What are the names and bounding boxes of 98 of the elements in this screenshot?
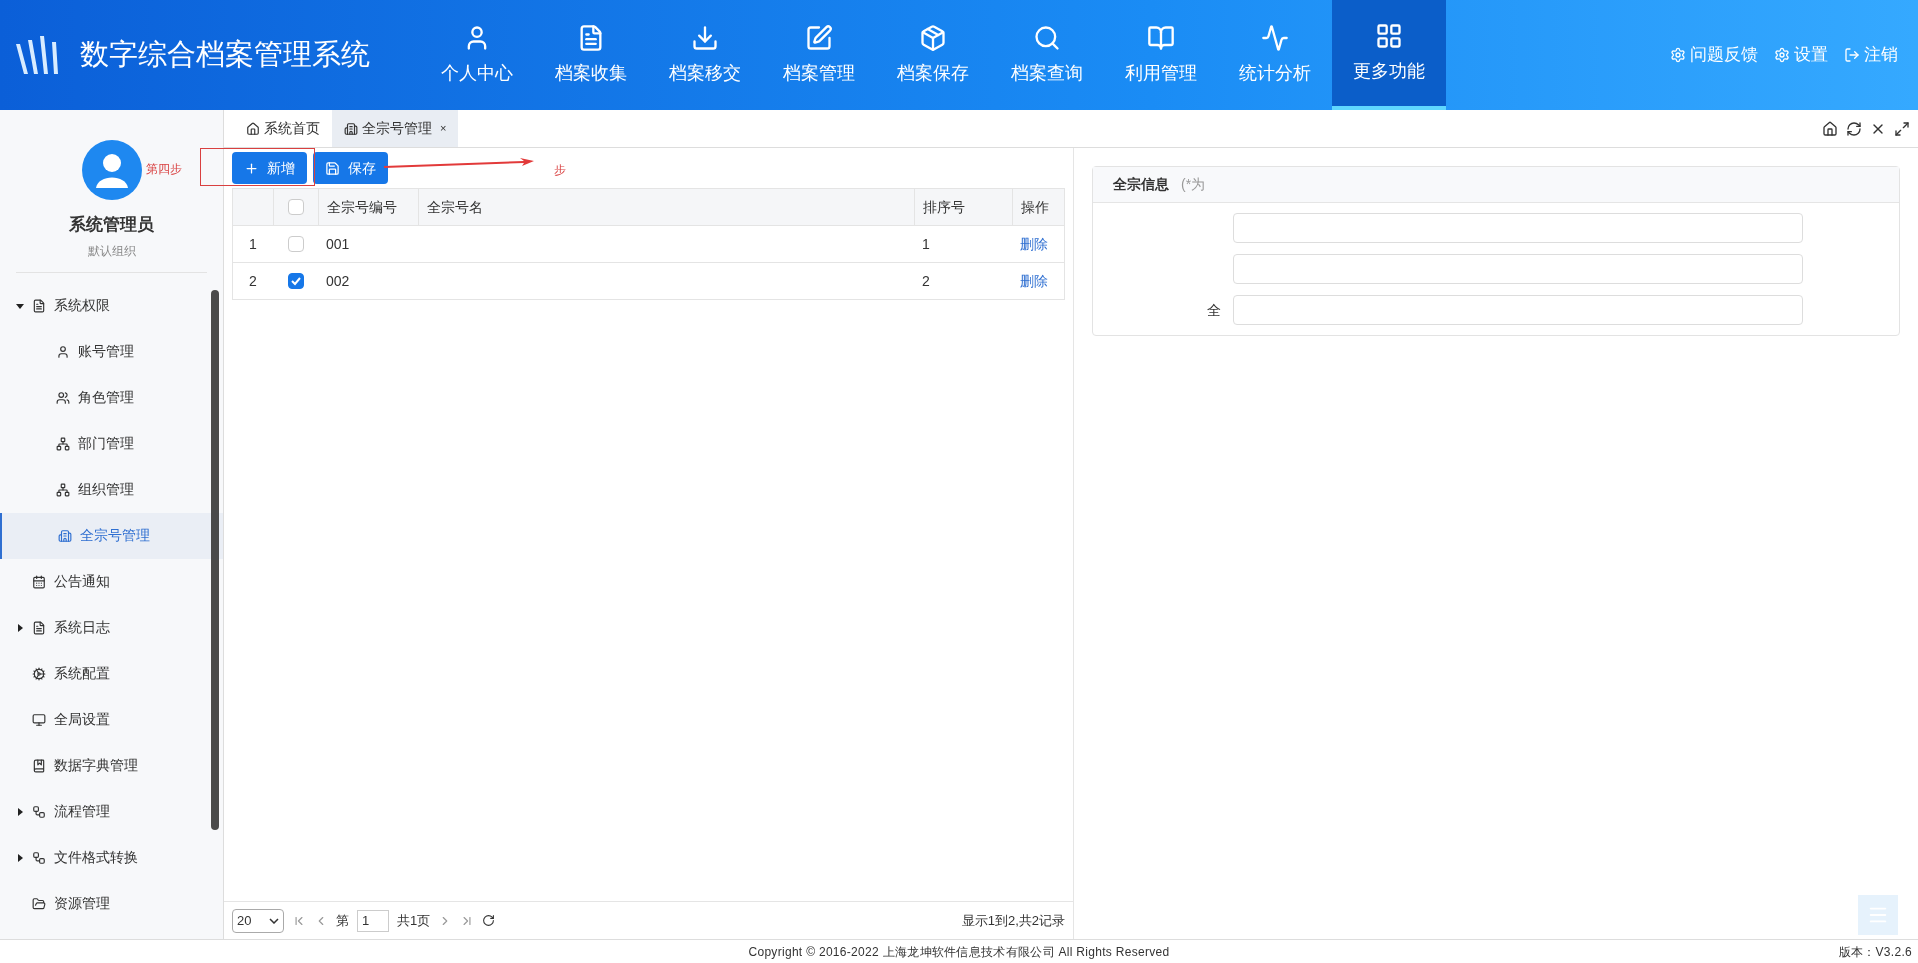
column-header: 全宗号编号 (327, 197, 397, 217)
sidebar-item[interactable]: 数据字典管理 (0, 742, 223, 789)
fullscreen-icon[interactable] (1894, 120, 1910, 137)
close-icon[interactable]: × (440, 120, 447, 137)
plus-icon (244, 160, 259, 176)
nav-tab[interactable]: 更多功能 (1332, 0, 1446, 110)
sidebar-item[interactable]: 组织管理 (0, 466, 223, 513)
caret-icon[interactable] (16, 853, 24, 862)
building-icon (58, 528, 72, 543)
sidebar-item[interactable]: 资源管理 (0, 880, 223, 927)
pencil-icon (805, 23, 833, 52)
table-cell-text: 002 (326, 271, 350, 291)
caret-icon[interactable] (16, 301, 24, 310)
home-icon[interactable] (1822, 120, 1838, 137)
sidebar-item[interactable]: 系统配置 (0, 650, 223, 697)
annotation-label: 第四步 (146, 161, 182, 178)
checkbox[interactable] (288, 199, 304, 215)
gear-icon (32, 666, 46, 681)
page-prefix: 第 (336, 911, 349, 930)
scrollbar[interactable] (211, 290, 219, 830)
document-icon (32, 620, 46, 635)
version: 版本：V3.2.6 (1838, 943, 1912, 961)
page-size-select[interactable]: 20 (232, 908, 284, 933)
refresh-icon[interactable] (1846, 120, 1862, 137)
nav-tab[interactable]: 档案保存 (876, 0, 990, 110)
row-number: 1 (249, 234, 257, 254)
nav-tab[interactable]: 个人中心 (420, 0, 534, 110)
caret-icon (269, 917, 279, 924)
row-number: 2 (249, 271, 257, 291)
sidebar-item[interactable]: 流程管理 (0, 788, 223, 835)
total-pages: 共1页 (397, 911, 431, 930)
flow-icon (32, 804, 46, 819)
pulse-chart-icon (1261, 23, 1289, 52)
page-tab[interactable]: 系统首页 (234, 110, 332, 147)
sidebar-item[interactable]: 全局设置 (0, 696, 223, 743)
save-icon (325, 160, 340, 176)
home-icon (246, 121, 260, 136)
checkbox[interactable] (287, 236, 304, 252)
app-title: 数字综合档案管理系统 (80, 37, 370, 73)
sidebar-item[interactable]: 账号管理 (0, 328, 223, 375)
record-summary: 显示1到2,共2记录 (961, 911, 1065, 930)
logout-icon (1844, 47, 1860, 63)
book-icon (1147, 23, 1175, 52)
nav-tab[interactable]: 档案查询 (990, 0, 1104, 110)
sidebar-item[interactable]: 全宗号管理 (0, 512, 223, 559)
sidebar-item[interactable]: 系统权限 (0, 282, 223, 329)
download-icon (691, 23, 719, 52)
delete-link[interactable]: 删除 (1020, 233, 1048, 255)
input-field[interactable] (1233, 254, 1803, 284)
panel-title: 全宗信息 (1113, 175, 1169, 194)
sidebar-item[interactable]: 系统日志 (0, 604, 223, 651)
settings-icon (1670, 47, 1686, 63)
column-header: 全宗号名 (427, 197, 483, 217)
sidebar-item[interactable]: 角色管理 (0, 374, 223, 421)
input-field[interactable] (1233, 213, 1803, 243)
input-field[interactable] (1233, 295, 1803, 325)
page-tab[interactable]: 全宗号管理 × (332, 110, 459, 147)
box-icon (919, 23, 947, 52)
annotation-label: 步 (554, 162, 566, 179)
settings-icon (1774, 47, 1790, 63)
search-icon (1033, 23, 1061, 52)
table-cell-text: 2 (922, 271, 930, 291)
required-hint: (*为 (1181, 175, 1206, 194)
person-icon (94, 152, 129, 188)
document-icon (32, 298, 46, 313)
caret-icon[interactable] (16, 623, 24, 632)
users-icon (56, 390, 70, 405)
user-org: 默认组织 (87, 242, 136, 260)
book-icon (32, 758, 46, 773)
folder-icon (32, 896, 46, 911)
monitor-icon (32, 712, 46, 727)
hierarchy-icon (56, 436, 70, 451)
nav-tab[interactable]: 档案收集 (534, 0, 648, 110)
delete-link[interactable]: 删除 (1020, 270, 1048, 292)
copyright: Copyright © 2016-2022 上海龙坤软件信息技术有限公司 All Rights Reserved (748, 943, 1170, 961)
column-header: 排序号 (923, 197, 965, 217)
user-name: 系统管理员 (69, 214, 154, 236)
user-icon (56, 344, 70, 359)
building-icon (344, 121, 358, 136)
save-button[interactable]: 保存 (313, 152, 388, 184)
sidebar-item[interactable]: 文件格式转换 (0, 834, 223, 881)
column-header: 操作 (1021, 197, 1049, 217)
calendar-icon (32, 574, 46, 589)
page-input[interactable]: 1 (357, 909, 389, 932)
grid-icon (1375, 21, 1403, 50)
nav-tab[interactable]: 档案移交 (648, 0, 762, 110)
refresh-icon[interactable] (482, 914, 496, 927)
sidebar-item[interactable]: 公告通知 (0, 558, 223, 605)
nav-tab[interactable]: 档案管理 (762, 0, 876, 110)
field-label: 全 (1207, 300, 1221, 320)
checkbox[interactable] (287, 273, 304, 289)
hierarchy-icon (56, 482, 70, 497)
sidebar-item[interactable]: 部门管理 (0, 420, 223, 467)
table-cell-text: 1 (922, 234, 930, 254)
caret-icon[interactable] (16, 807, 24, 816)
table-cell-text: 001 (326, 234, 350, 254)
add-button[interactable]: 新增 (232, 152, 307, 184)
flow-icon (32, 850, 46, 865)
